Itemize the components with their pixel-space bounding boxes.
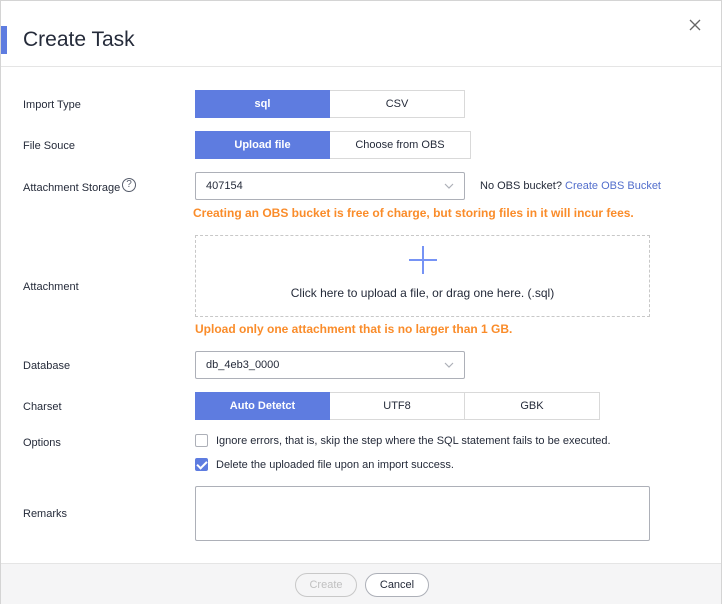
database-select[interactable]: db_4eb3_0000 [195,351,465,379]
obs-fee-warning: Creating an OBS bucket is free of charge… [193,206,634,220]
dialog-header: Create Task [1,1,721,67]
option-ignore-errors[interactable]: Ignore errors, that is, skip the step wh… [195,434,611,447]
file-source-selector: Upload file Choose from OBS [195,131,471,159]
attachment-label: Attachment [23,281,79,293]
ignore-errors-checkbox[interactable] [195,434,208,447]
file-source-option-upload[interactable]: Upload file [195,131,330,159]
close-icon[interactable] [687,19,703,35]
database-value: db_4eb3_0000 [206,359,280,371]
attachment-storage-select[interactable]: 407154 [195,172,465,200]
import-type-option-sql[interactable]: sql [195,90,330,118]
ignore-errors-text: Ignore errors, that is, skip the step wh… [216,434,611,447]
create-button[interactable]: Create [295,573,357,597]
attachment-storage-label: Attachment Storage [23,182,121,194]
file-source-option-obs[interactable]: Choose from OBS [330,131,471,159]
upload-dropzone[interactable]: Click here to upload a file, or drag one… [195,235,650,317]
options-label: Options [23,437,61,449]
charset-label: Charset [23,401,62,413]
create-task-dialog: Create Task Import Type sql CSV File Sou… [0,0,722,604]
charset-option-utf8[interactable]: UTF8 [330,392,465,420]
import-type-label: Import Type [23,99,81,111]
charset-selector: Auto Detetct UTF8 GBK [195,392,600,420]
question-circle-icon[interactable]: ? [122,178,136,192]
title-accent-bar [1,26,7,54]
import-type-option-csv[interactable]: CSV [330,90,465,118]
delete-uploaded-text: Delete the uploaded file upon an import … [216,458,454,471]
chevron-down-icon [444,183,454,189]
cancel-button[interactable]: Cancel [365,573,429,597]
file-source-label: File Souce [23,140,75,152]
no-bucket-text: No OBS bucket? [480,180,562,192]
option-delete-uploaded[interactable]: Delete the uploaded file upon an import … [195,458,454,471]
upload-size-warning: Upload only one attachment that is no la… [195,322,513,336]
plus-icon [408,246,437,274]
remarks-textarea[interactable] [195,486,650,541]
database-label: Database [23,360,71,372]
remarks-label: Remarks [23,508,68,520]
import-type-selector: sql CSV [195,90,465,118]
chevron-down-icon [444,362,454,368]
attachment-storage-value: 407154 [206,180,243,192]
create-obs-bucket-link[interactable]: Create OBS Bucket [565,180,661,192]
dialog-footer [1,563,721,604]
dialog-title: Create Task [23,28,135,51]
check-icon[interactable] [195,458,208,471]
upload-instruction: Click here to upload a file, or drag one… [290,286,555,300]
charset-option-gbk[interactable]: GBK [465,392,600,420]
no-bucket-hint: No OBS bucket? Create OBS Bucket [480,180,661,192]
charset-option-auto[interactable]: Auto Detetct [195,392,330,420]
